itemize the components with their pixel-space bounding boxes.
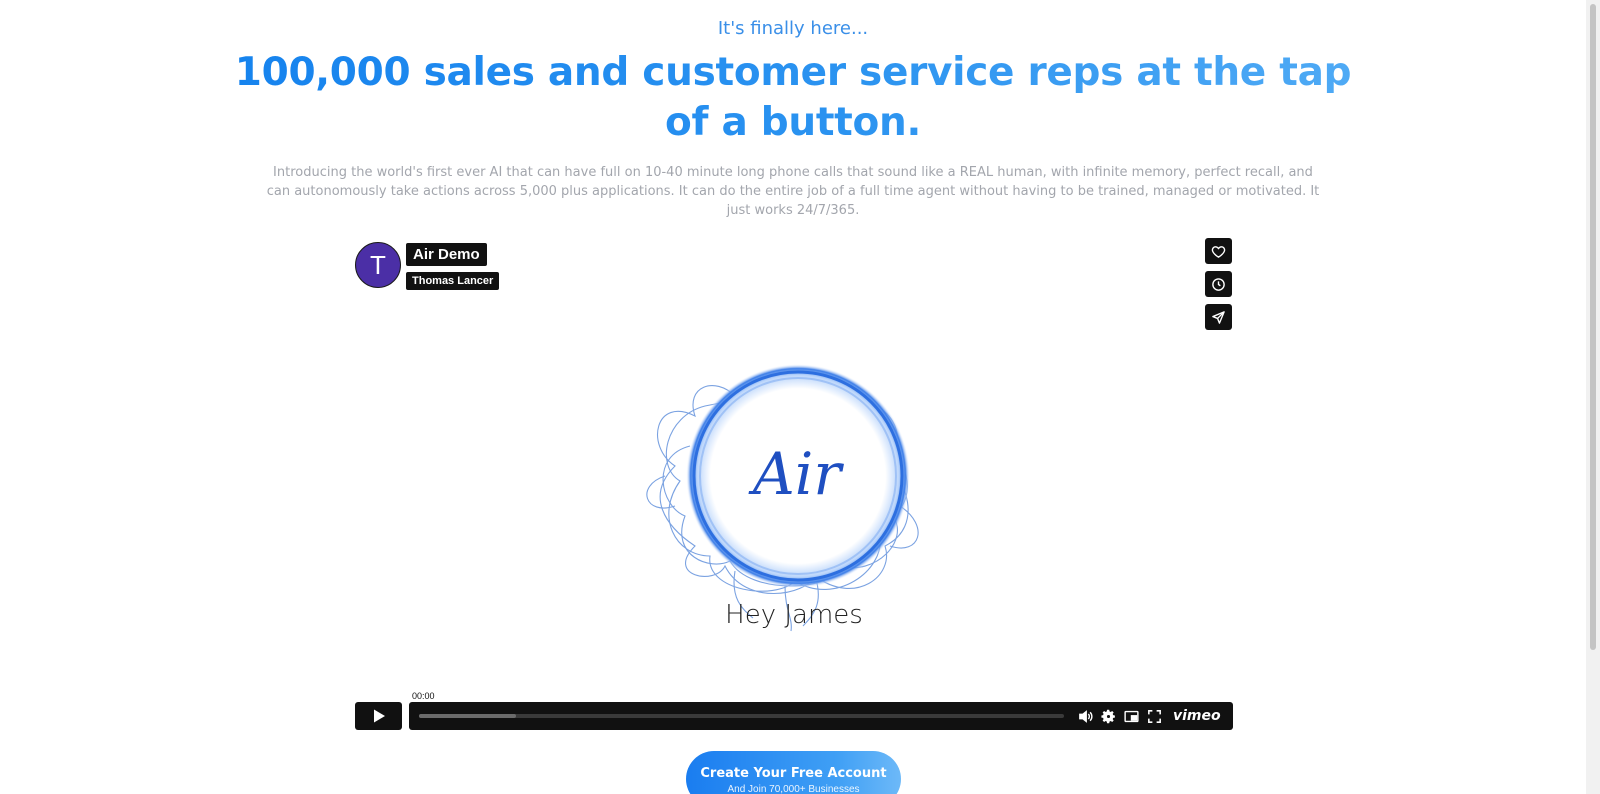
- settings-icon[interactable]: [1100, 708, 1117, 725]
- video-title[interactable]: Air Demo: [406, 243, 487, 266]
- scrollbar-thumb[interactable]: [1590, 4, 1596, 650]
- intro-paragraph: Introducing the world's first ever AI th…: [266, 165, 1320, 218]
- video-caption: Hey James: [725, 600, 863, 630]
- create-account-button[interactable]: Create Your Free Account And Join 70,000…: [686, 751, 901, 794]
- progress-fill: [419, 714, 516, 718]
- picture-in-picture-icon[interactable]: [1123, 708, 1140, 725]
- author-avatar[interactable]: T: [355, 242, 401, 288]
- heart-icon: [1211, 245, 1226, 258]
- air-logo-text: Air: [748, 440, 844, 508]
- eyebrow-text: It's finally here...: [717, 18, 869, 39]
- fullscreen-icon[interactable]: [1146, 708, 1163, 725]
- play-button[interactable]: [355, 702, 402, 730]
- volume-icon[interactable]: [1077, 708, 1094, 725]
- control-bar: vimeo: [409, 702, 1233, 730]
- cta-label: Create Your Free Account: [700, 766, 887, 781]
- video-author[interactable]: Thomas Lancer: [406, 272, 500, 290]
- progress-track[interactable]: [419, 714, 1064, 718]
- share-button[interactable]: [1205, 304, 1232, 330]
- video-player[interactable]: T Air Demo Thomas Lancer Air Hey James 0…: [355, 236, 1233, 731]
- cta-sublabel: And Join 70,000+ Businesses: [727, 784, 860, 794]
- vimeo-logo[interactable]: vimeo: [1173, 708, 1221, 724]
- play-icon: [373, 709, 385, 723]
- like-button[interactable]: [1205, 238, 1232, 264]
- send-icon: [1212, 310, 1225, 324]
- landing-page: It's finally here... 100,000 sales and c…: [0, 0, 1586, 794]
- clock-icon: [1212, 277, 1225, 291]
- page-headline: 100,000 sales and customer service reps …: [230, 48, 1356, 148]
- watch-later-button[interactable]: [1205, 271, 1232, 297]
- page-scrollbar[interactable]: [1586, 0, 1600, 794]
- current-time: 00:00: [409, 690, 438, 702]
